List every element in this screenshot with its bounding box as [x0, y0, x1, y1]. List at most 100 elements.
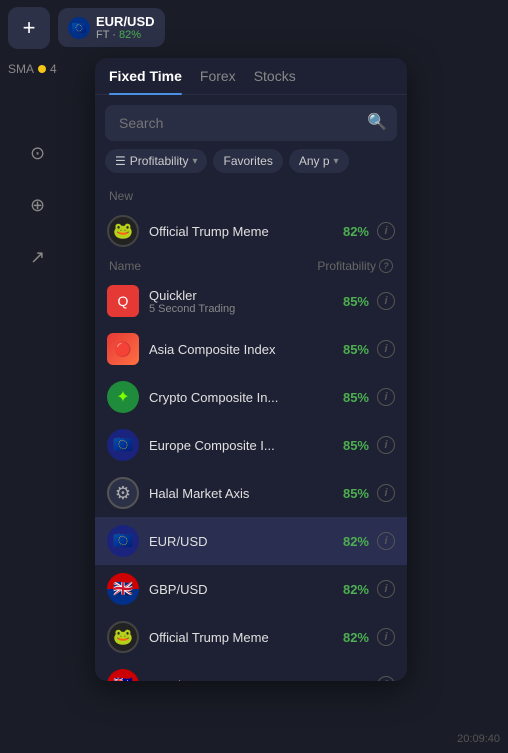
asset-icon-gbpusd: 🇬🇧 [107, 573, 139, 605]
asset-info: EUR/USD [149, 534, 343, 549]
asset-row-name: AUD/CAD [149, 678, 343, 682]
search-input[interactable] [105, 105, 397, 141]
crosshair-icon[interactable]: ⊕ [20, 187, 56, 223]
info-icon[interactable]: i [377, 580, 395, 598]
asset-info: Asia Composite Index [149, 342, 343, 357]
asset-icon-eurusd: 🇪🇺 [107, 525, 139, 557]
col-pct-label: Profitability ? [317, 259, 393, 273]
list-item[interactable]: 🇬🇧 GBP/USD 82% i [95, 565, 407, 613]
asset-icon-crypto: ✦ [107, 381, 139, 413]
asset-row-name: Asia Composite Index [149, 342, 343, 357]
asset-row-name: Official Trump Meme [149, 630, 343, 645]
tab-fixed-time[interactable]: Fixed Time [109, 68, 182, 94]
asset-row-name: GBP/USD [149, 582, 343, 597]
help-icon: ? [379, 259, 393, 273]
asset-pct: 82% [119, 29, 141, 41]
chevron-down-icon-2: ▾ [334, 156, 339, 167]
info-icon[interactable]: i [377, 532, 395, 550]
filter-bar: ☰ Profitability ▾ Favorites Any p ▾ [95, 149, 407, 181]
asset-info: Quickler 5 Second Trading [149, 288, 343, 315]
asset-row-pct: 82% [343, 534, 369, 549]
list-item[interactable]: 🐸 Official Trump Meme 82% i [95, 613, 407, 661]
top-bar: + 🇪🇺 EUR/USD FT · 82% [0, 0, 508, 55]
info-icon[interactable]: i [377, 222, 395, 240]
list-item[interactable]: 🐸 Official Trump Meme 82% i [95, 207, 407, 255]
list-item[interactable]: Q Quickler 5 Second Trading 85% i [95, 277, 407, 325]
info-icon[interactable]: i [377, 484, 395, 502]
asset-icon-trump-2: 🐸 [107, 621, 139, 653]
radio-icon[interactable]: ⊙ [20, 135, 56, 171]
left-toolbar: ⊙ ⊕ ↗ [0, 55, 75, 753]
asset-row-name: Official Trump Meme [149, 224, 343, 239]
section-new-label: New [95, 181, 407, 207]
asset-row-name: EUR/USD [149, 534, 343, 549]
asset-row-pct: 82% [343, 630, 369, 645]
info-icon[interactable]: i [377, 388, 395, 406]
list-item[interactable]: 🇪🇺 Europe Composite I... 85% i [95, 421, 407, 469]
asset-icon-quickler: Q [107, 285, 139, 317]
info-icon[interactable]: i [377, 628, 395, 646]
asset-info: Halal Market Axis [149, 486, 343, 501]
list-item[interactable]: ✦ Crypto Composite In... 85% i [95, 373, 407, 421]
asset-icon-asia: 🔴 [107, 333, 139, 365]
search-icon: 🔍 [367, 112, 387, 132]
sma-value: 4 [50, 62, 57, 76]
sma-dot-icon [38, 65, 46, 73]
info-icon[interactable]: i [377, 292, 395, 310]
tab-stocks[interactable]: Stocks [254, 68, 296, 94]
asset-info: Official Trump Meme [149, 630, 343, 645]
list-item[interactable]: ⚙ Halal Market Axis 85% i [95, 469, 407, 517]
info-icon[interactable]: i [377, 676, 395, 681]
info-icon[interactable]: i [377, 340, 395, 358]
search-wrap: 🔍 [95, 95, 407, 149]
asset-info: Crypto Composite In... [149, 390, 343, 405]
list-item[interactable]: 🔴 Asia Composite Index 85% i [95, 325, 407, 373]
info-icon[interactable]: i [377, 436, 395, 454]
asset-info: Europe Composite I... [149, 438, 343, 453]
col-headers: Name Profitability ? [95, 255, 407, 277]
add-button[interactable]: + [8, 7, 50, 49]
any-period-filter[interactable]: Any p ▾ [289, 149, 349, 173]
list-item[interactable]: 🇦🇺 AUD/CAD 80% i [95, 661, 407, 681]
asset-chip-name: EUR/USD [96, 14, 155, 29]
sma-text: SMA [8, 62, 34, 76]
asset-icon-audcad: 🇦🇺 [107, 669, 139, 681]
asset-chip[interactable]: 🇪🇺 EUR/USD FT · 82% [58, 8, 165, 47]
asset-row-pct: 85% [343, 342, 369, 357]
instrument-panel: Fixed Time Forex Stocks 🔍 ☰ Profitabilit… [95, 58, 407, 681]
asset-row-pct: 80% [343, 678, 369, 682]
list-item[interactable]: 🇪🇺 EUR/USD 82% i [95, 517, 407, 565]
asset-row-pct: 85% [343, 294, 369, 309]
sma-label: SMA 4 [8, 62, 57, 76]
asset-row-pct: 85% [343, 390, 369, 405]
chevron-down-icon: ▾ [192, 156, 197, 167]
asset-icon-trump-new: 🐸 [107, 215, 139, 247]
asset-row-sub: 5 Second Trading [149, 303, 343, 315]
asset-icon-halal: ⚙ [107, 477, 139, 509]
filter-icon: ☰ [115, 154, 126, 168]
asset-type: FT [96, 29, 109, 41]
asset-icon-europe: 🇪🇺 [107, 429, 139, 461]
asset-chip-type-pct: FT · 82% [96, 29, 155, 41]
asset-info: AUD/CAD [149, 678, 343, 682]
asset-row-pct: 85% [343, 486, 369, 501]
profitability-filter[interactable]: ☰ Profitability ▾ [105, 149, 207, 173]
asset-chip-info: EUR/USD FT · 82% [96, 14, 155, 41]
asset-row-pct: 82% [343, 582, 369, 597]
asset-list: New 🐸 Official Trump Meme 82% i Name Pro… [95, 181, 407, 681]
asset-row-name: Halal Market Axis [149, 486, 343, 501]
eur-flag-icon: 🇪🇺 [68, 17, 90, 39]
cursor-icon[interactable]: ↗ [20, 239, 56, 275]
asset-row-name: Crypto Composite In... [149, 390, 343, 405]
time-label: 20:09:40 [457, 733, 500, 745]
favorites-filter[interactable]: Favorites [213, 149, 282, 173]
asset-row-pct: 82% [343, 224, 369, 239]
asset-row-name: Quickler [149, 288, 343, 303]
asset-info: Official Trump Meme [149, 224, 343, 239]
asset-row-pct: 85% [343, 438, 369, 453]
col-name-label: Name [109, 259, 141, 273]
asset-row-name: Europe Composite I... [149, 438, 343, 453]
asset-info: GBP/USD [149, 582, 343, 597]
tab-forex[interactable]: Forex [200, 68, 236, 94]
panel-tabs: Fixed Time Forex Stocks [95, 58, 407, 95]
